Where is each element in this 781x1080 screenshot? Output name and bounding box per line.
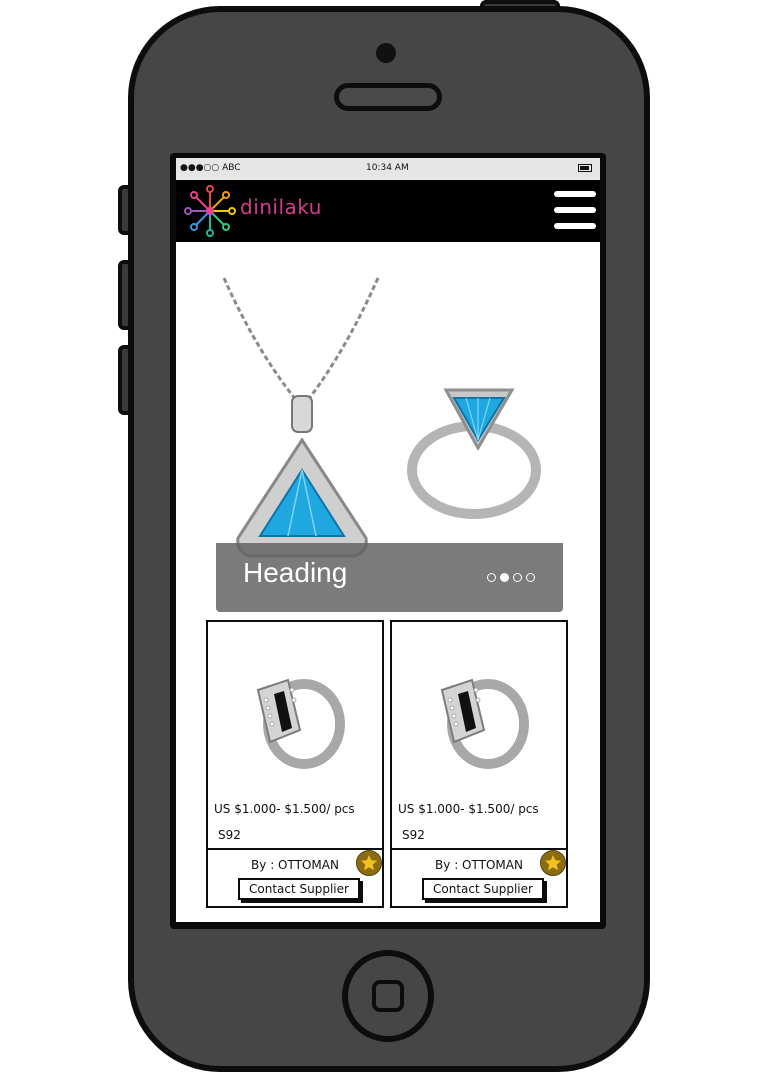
product-card[interactable]: US $1.000- $1.500/ pcs S92 By : OTTOMAN …: [390, 620, 568, 908]
star-icon: [361, 855, 377, 871]
favorite-star-badge[interactable]: [356, 850, 382, 876]
earpiece-speaker: [334, 83, 442, 111]
star-icon: [545, 855, 561, 871]
product-card-footer: By : OTTOMAN Contact Supplier: [392, 848, 566, 908]
product-price: US $1.000- $1.500/ pcs: [214, 802, 355, 816]
contact-supplier-button[interactable]: Contact Supplier: [422, 878, 544, 900]
product-card-footer: By : OTTOMAN Contact Supplier: [208, 848, 382, 908]
status-bar: ●●●○○ ABC 10:34 AM: [176, 158, 600, 180]
home-button[interactable]: [342, 950, 434, 1042]
carrier-signal: ●●●○○ ABC: [180, 163, 241, 173]
logo-flower-icon: [184, 185, 236, 237]
favorite-star-badge[interactable]: [540, 850, 566, 876]
hero-carousel[interactable]: Heading: [216, 270, 563, 612]
product-code: S92: [402, 828, 425, 842]
status-time: 10:34 AM: [366, 163, 409, 173]
carousel-caption: Heading: [216, 543, 563, 612]
carousel-dot[interactable]: [487, 573, 496, 582]
carousel-dot-active[interactable]: [500, 573, 509, 582]
brand-name: dinilaku: [240, 195, 322, 219]
app-header: dinilaku: [176, 180, 600, 242]
carousel-heading: Heading: [243, 557, 348, 588]
app-screen: ●●●○○ ABC 10:34 AM dinilaku Heading US $…: [176, 158, 600, 922]
ring-image: [440, 678, 529, 769]
front-camera: [376, 43, 396, 63]
carousel-dot[interactable]: [513, 573, 522, 582]
hamburger-menu-icon[interactable]: [554, 191, 596, 229]
ring-image: [256, 678, 345, 769]
product-price: US $1.000- $1.500/ pcs: [398, 802, 539, 816]
contact-supplier-button[interactable]: Contact Supplier: [238, 878, 360, 900]
product-code: S92: [218, 828, 241, 842]
carousel-pagination: [487, 573, 535, 582]
carousel-dot[interactable]: [526, 573, 535, 582]
product-card[interactable]: US $1.000- $1.500/ pcs S92 By : OTTOMAN …: [206, 620, 384, 908]
home-square-icon: [372, 980, 404, 1012]
battery-icon: [578, 164, 592, 172]
